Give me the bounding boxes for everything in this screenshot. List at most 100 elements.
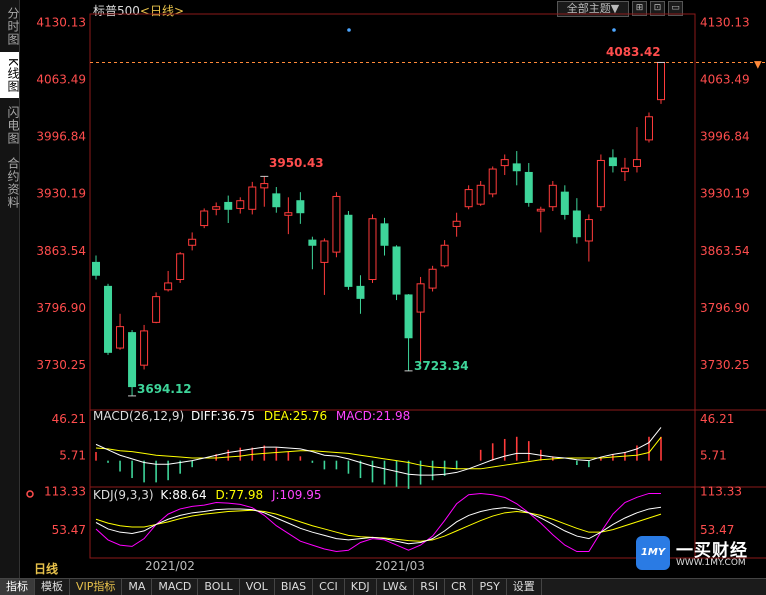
candle xyxy=(248,181,257,215)
candle xyxy=(548,181,557,211)
tab-lw[interactable]: LW& xyxy=(377,579,415,595)
candle xyxy=(560,185,569,220)
macd-header: MACD(26,12,9) DIFF:36.75 DEA:25.76 MACD:… xyxy=(93,409,410,423)
tab-bias[interactable]: BIAS xyxy=(275,579,314,595)
tab-item[interactable]: 设置 xyxy=(507,579,542,595)
candle xyxy=(524,163,533,207)
candle xyxy=(584,214,593,262)
candle xyxy=(284,197,293,235)
candle xyxy=(332,192,341,258)
price-tick-right: 3863.54 xyxy=(700,244,750,258)
macd-diff-label: DIFF:36.75 xyxy=(191,409,255,423)
kdj-tick-left: 113.33 xyxy=(44,484,86,498)
macd-tick-right: 46.21 xyxy=(700,412,734,426)
price-tick-left: 3863.54 xyxy=(36,244,86,258)
tab-boll[interactable]: BOLL xyxy=(198,579,240,595)
candle xyxy=(608,149,617,173)
indicator-tab-bar: 指标 模板 VIP指标 MA MACD BOLL VOL BIAS CCI KDJ LW& RSI CR… xyxy=(0,578,766,595)
candle xyxy=(512,151,521,186)
candle xyxy=(236,197,245,214)
tab-cci[interactable]: CCI xyxy=(313,579,345,595)
macd-title: MACD(26,12,9) xyxy=(93,409,184,423)
candle xyxy=(452,212,461,237)
tab-vol[interactable]: VOL xyxy=(240,579,275,595)
macd-tick-right: 5.71 xyxy=(700,449,727,463)
candle xyxy=(260,176,269,207)
candle xyxy=(164,270,173,292)
candle xyxy=(596,154,605,211)
candle xyxy=(224,195,233,223)
kdj-tick-right: 113.33 xyxy=(700,484,742,498)
annotation-low2: 3723.34 xyxy=(414,359,469,373)
kdj-tick-left: 53.47 xyxy=(52,523,86,537)
candle xyxy=(188,232,197,251)
macd-value-label: MACD:21.98 xyxy=(336,409,410,423)
price-tick-right: 4130.13 xyxy=(700,15,750,29)
candle xyxy=(536,206,545,233)
candle xyxy=(632,127,641,173)
tab-macd[interactable]: MACD xyxy=(152,579,199,595)
date-label-mar: 2021/03 xyxy=(375,559,425,573)
tab-vip[interactable]: VIP指标 xyxy=(70,579,123,595)
period-selector[interactable]: 日线 xyxy=(20,561,90,578)
candle xyxy=(152,292,161,324)
tab-rsi[interactable]: RSI xyxy=(414,579,446,595)
macd-tick-left: 5.71 xyxy=(59,449,86,463)
candle xyxy=(176,252,185,283)
date-label-feb: 2021/02 xyxy=(145,559,195,573)
candle xyxy=(476,181,485,206)
candle xyxy=(464,185,473,210)
price-tick-right: 3930.19 xyxy=(700,187,750,201)
price-tick-right: 3730.25 xyxy=(700,358,750,372)
price-tick-left: 4063.49 xyxy=(36,73,86,87)
last-price-marker-icon: ▼ xyxy=(754,59,762,70)
kdj-settings-icon[interactable] xyxy=(26,490,34,498)
kdj-j-label: J:109.95 xyxy=(271,488,322,502)
candle xyxy=(212,202,221,216)
kdj-d-label: D:77.98 xyxy=(215,488,263,502)
tab-ma[interactable]: MA xyxy=(122,579,153,595)
candle xyxy=(404,294,413,371)
candle xyxy=(356,275,365,314)
candle xyxy=(320,238,329,295)
candle xyxy=(200,208,209,229)
tab-kdj[interactable]: KDJ xyxy=(345,579,377,595)
price-tick-right: 4063.49 xyxy=(700,73,750,87)
candle xyxy=(657,61,665,104)
candle xyxy=(644,112,653,143)
event-dot xyxy=(612,28,616,32)
kdj-j-line xyxy=(95,492,662,553)
price-tick-left: 3996.84 xyxy=(36,130,86,144)
watermark-logo: 1MY xyxy=(636,536,670,570)
tab-cr[interactable]: CR xyxy=(445,579,474,595)
price-tick-left: 3930.19 xyxy=(36,187,86,201)
watermark: 1MY 一买财经 WWW.1MY.COM xyxy=(636,536,764,572)
price-tick-right: 3996.84 xyxy=(700,130,750,144)
kline-chart[interactable]: ▼ 46.21 46.21 5.71 5.71 113.33 113.33 53.47 53… xyxy=(0,0,766,578)
candle xyxy=(440,240,449,268)
macd-tick-left: 46.21 xyxy=(52,412,86,426)
tab-psy[interactable]: PSY xyxy=(473,579,507,595)
candle xyxy=(104,283,113,355)
tab-indicator[interactable]: 指标 xyxy=(0,579,35,595)
candle xyxy=(620,157,629,182)
candles-group xyxy=(92,28,665,397)
annotation-last-high: 4083.42 xyxy=(606,45,661,59)
watermark-url: WWW.1MY.COM xyxy=(676,558,746,568)
candle xyxy=(368,214,377,283)
candle xyxy=(296,192,305,224)
candle xyxy=(500,154,509,176)
candle xyxy=(488,166,497,198)
price-tick-left: 4130.13 xyxy=(36,15,86,29)
candle xyxy=(272,187,281,213)
tab-item[interactable]: 模板 xyxy=(35,579,70,595)
price-tick-left: 3730.25 xyxy=(36,358,86,372)
kdj-k-line xyxy=(95,506,662,545)
candle xyxy=(128,330,137,396)
price-tick-left: 3796.90 xyxy=(36,301,86,315)
kdj-header: KDJ(9,3,3) K:88.64 D:77.98 J:109.95 xyxy=(93,488,322,502)
kdj-tick-right: 53.47 xyxy=(700,523,734,537)
event-dot xyxy=(347,28,351,32)
candle xyxy=(380,217,389,256)
candle xyxy=(572,198,581,244)
